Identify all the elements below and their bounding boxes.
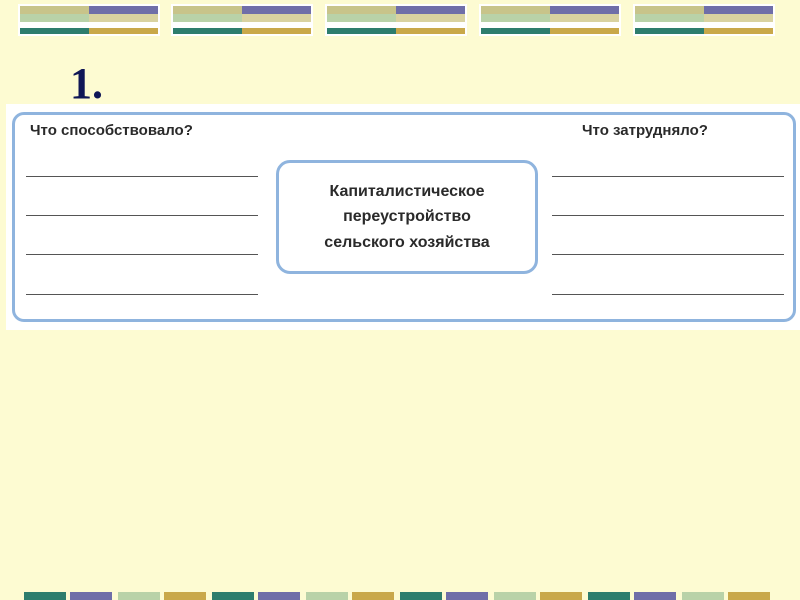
- left-answer-line[interactable]: [26, 176, 258, 177]
- footer-decoration: [0, 590, 800, 600]
- footer-square: [352, 592, 394, 600]
- worksheet-panel: Что способствовало? Что затрудняло? Капи…: [6, 104, 800, 330]
- right-answer-line[interactable]: [552, 176, 784, 177]
- stripe-block: [633, 4, 775, 36]
- header-decoration: [0, 0, 800, 44]
- stripe-block: [479, 4, 621, 36]
- footer-square: [634, 592, 676, 600]
- footer-square: [118, 592, 160, 600]
- footer-square: [212, 592, 254, 600]
- footer-square: [494, 592, 536, 600]
- left-answer-line[interactable]: [26, 294, 258, 295]
- stripe-block: [171, 4, 313, 36]
- footer-square: [164, 592, 206, 600]
- footer-square: [682, 592, 724, 600]
- left-answer-line[interactable]: [26, 254, 258, 255]
- footer-square: [24, 592, 66, 600]
- footer-square: [258, 592, 300, 600]
- right-column-heading: Что затрудняло?: [582, 122, 708, 139]
- right-answer-line[interactable]: [552, 294, 784, 295]
- footer-square: [70, 592, 112, 600]
- right-answer-line[interactable]: [552, 254, 784, 255]
- topic-box: Капиталистическое переустройство сельско…: [276, 160, 538, 274]
- left-column-heading: Что способствовало?: [30, 122, 193, 139]
- footer-square: [540, 592, 582, 600]
- footer-square: [306, 592, 348, 600]
- right-answer-line[interactable]: [552, 215, 784, 216]
- left-answer-line[interactable]: [26, 215, 258, 216]
- footer-square: [728, 592, 770, 600]
- slide-number: 1.: [70, 59, 103, 108]
- stripe-block: [325, 4, 467, 36]
- stripe-block: [18, 4, 160, 36]
- footer-square: [400, 592, 442, 600]
- footer-square: [446, 592, 488, 600]
- footer-square: [588, 592, 630, 600]
- topic-text: Капиталистическое переустройство сельско…: [324, 182, 490, 251]
